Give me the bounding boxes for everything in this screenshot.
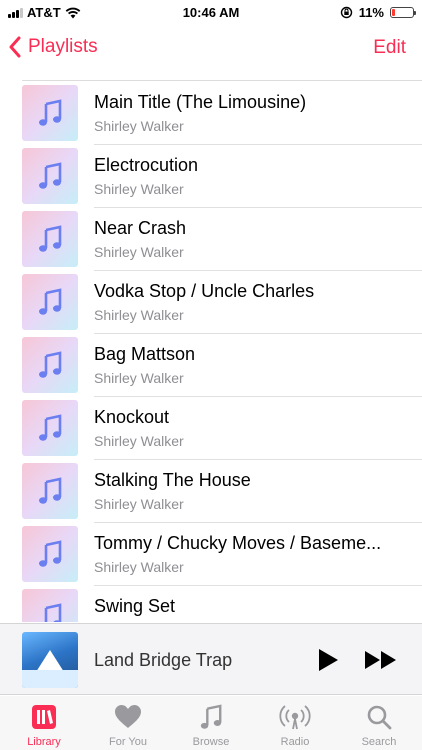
song-title: Swing Set [94, 596, 176, 616]
status-bar: AT&T 10:46 AM 11% [0, 0, 422, 26]
music-note-icon [39, 540, 62, 567]
song-artist: Shirley Walker [94, 244, 184, 260]
album-art-placeholder [22, 337, 78, 393]
heart-icon [115, 705, 141, 728]
song-title: Stalking The House [94, 470, 251, 490]
play-button[interactable] [317, 648, 339, 672]
song-list: Main Title (The Limousine) Shirley Walke… [0, 82, 422, 622]
song-row[interactable]: Bag Mattson Shirley Walker [0, 334, 422, 397]
mini-player[interactable]: Land Bridge Trap [0, 623, 422, 695]
tab-label: Browse [192, 736, 230, 748]
album-art-placeholder [22, 211, 78, 267]
song-artist: Shirley Walker [94, 370, 184, 386]
song-row[interactable]: Vodka Stop / Uncle Charles Shirley Walke… [0, 271, 422, 334]
edit-button[interactable]: Edit [373, 37, 406, 59]
song-title: Electrocution [94, 155, 199, 175]
album-art-placeholder [22, 148, 78, 204]
tab-label: For You [109, 736, 147, 748]
rotation-lock-icon [340, 6, 352, 19]
song-row[interactable]: Swing Set [0, 586, 422, 622]
song-title: Near Crash [94, 218, 187, 238]
song-title: Bag Mattson [94, 344, 196, 364]
song-row[interactable]: Main Title (The Limousine) Shirley Walke… [0, 82, 422, 145]
album-art-placeholder [22, 274, 78, 330]
library-icon [32, 705, 56, 729]
album-art-placeholder [22, 589, 78, 622]
tab-label: Radio [280, 736, 310, 748]
music-note-icon [39, 225, 62, 252]
music-note-icon [44, 603, 62, 622]
fast-forward-button[interactable] [364, 650, 398, 670]
album-art-placeholder [22, 526, 78, 582]
song-row[interactable]: Knockout Shirley Walker [0, 397, 422, 460]
song-row[interactable]: Tommy / Chucky Moves / Baseme... Shirley… [0, 523, 422, 586]
song-artist: Shirley Walker [94, 559, 184, 575]
music-note-icon [39, 99, 62, 126]
tab-label: Search [361, 736, 397, 748]
chevron-left-icon [9, 36, 21, 58]
song-title: Knockout [94, 407, 170, 427]
album-art-placeholder [22, 85, 78, 141]
tab-for-you[interactable]: For You [86, 702, 170, 748]
song-row[interactable]: Near Crash Shirley Walker [0, 208, 422, 271]
radio-icon [279, 705, 311, 730]
song-artist: Shirley Walker [94, 118, 184, 134]
song-title: Vodka Stop / Uncle Charles [94, 281, 315, 301]
nav-divider [22, 80, 422, 81]
music-note-icon [39, 288, 62, 315]
song-artist: Shirley Walker [94, 433, 184, 449]
song-artist: Shirley Walker [94, 307, 184, 323]
music-note-icon [39, 414, 62, 441]
music-note-icon [39, 477, 62, 504]
album-art-placeholder [22, 400, 78, 456]
tab-radio[interactable]: Radio [253, 702, 337, 748]
back-label: Playlists [28, 36, 98, 57]
tab-library[interactable]: Library [2, 702, 86, 748]
tab-label: Library [27, 736, 61, 748]
tab-search[interactable]: Search [337, 702, 421, 748]
song-title: Main Title (The Limousine) [94, 92, 307, 112]
song-artist: Shirley Walker [94, 181, 184, 197]
navigation-bar: Playlists Edit [0, 28, 422, 70]
tab-browse[interactable]: Browse [169, 702, 253, 748]
music-note-icon [200, 704, 222, 729]
tab-bar: Library For You Browse Radio Search [0, 696, 422, 750]
back-button[interactable]: Playlists [8, 36, 98, 58]
song-row[interactable]: Stalking The House Shirley Walker [0, 460, 422, 523]
song-artist: Shirley Walker [94, 496, 184, 512]
battery-icon [390, 7, 416, 18]
song-row[interactable]: Electrocution Shirley Walker [0, 145, 422, 208]
now-playing-artwork [22, 632, 78, 688]
now-playing-title: Land Bridge Trap [94, 650, 233, 670]
music-note-icon [39, 162, 62, 189]
album-art-placeholder [22, 463, 78, 519]
search-icon [367, 705, 392, 730]
battery-percentage: 11% [358, 5, 384, 20]
song-title: Tommy / Chucky Moves / Baseme... [94, 533, 382, 553]
music-note-icon [39, 351, 62, 378]
